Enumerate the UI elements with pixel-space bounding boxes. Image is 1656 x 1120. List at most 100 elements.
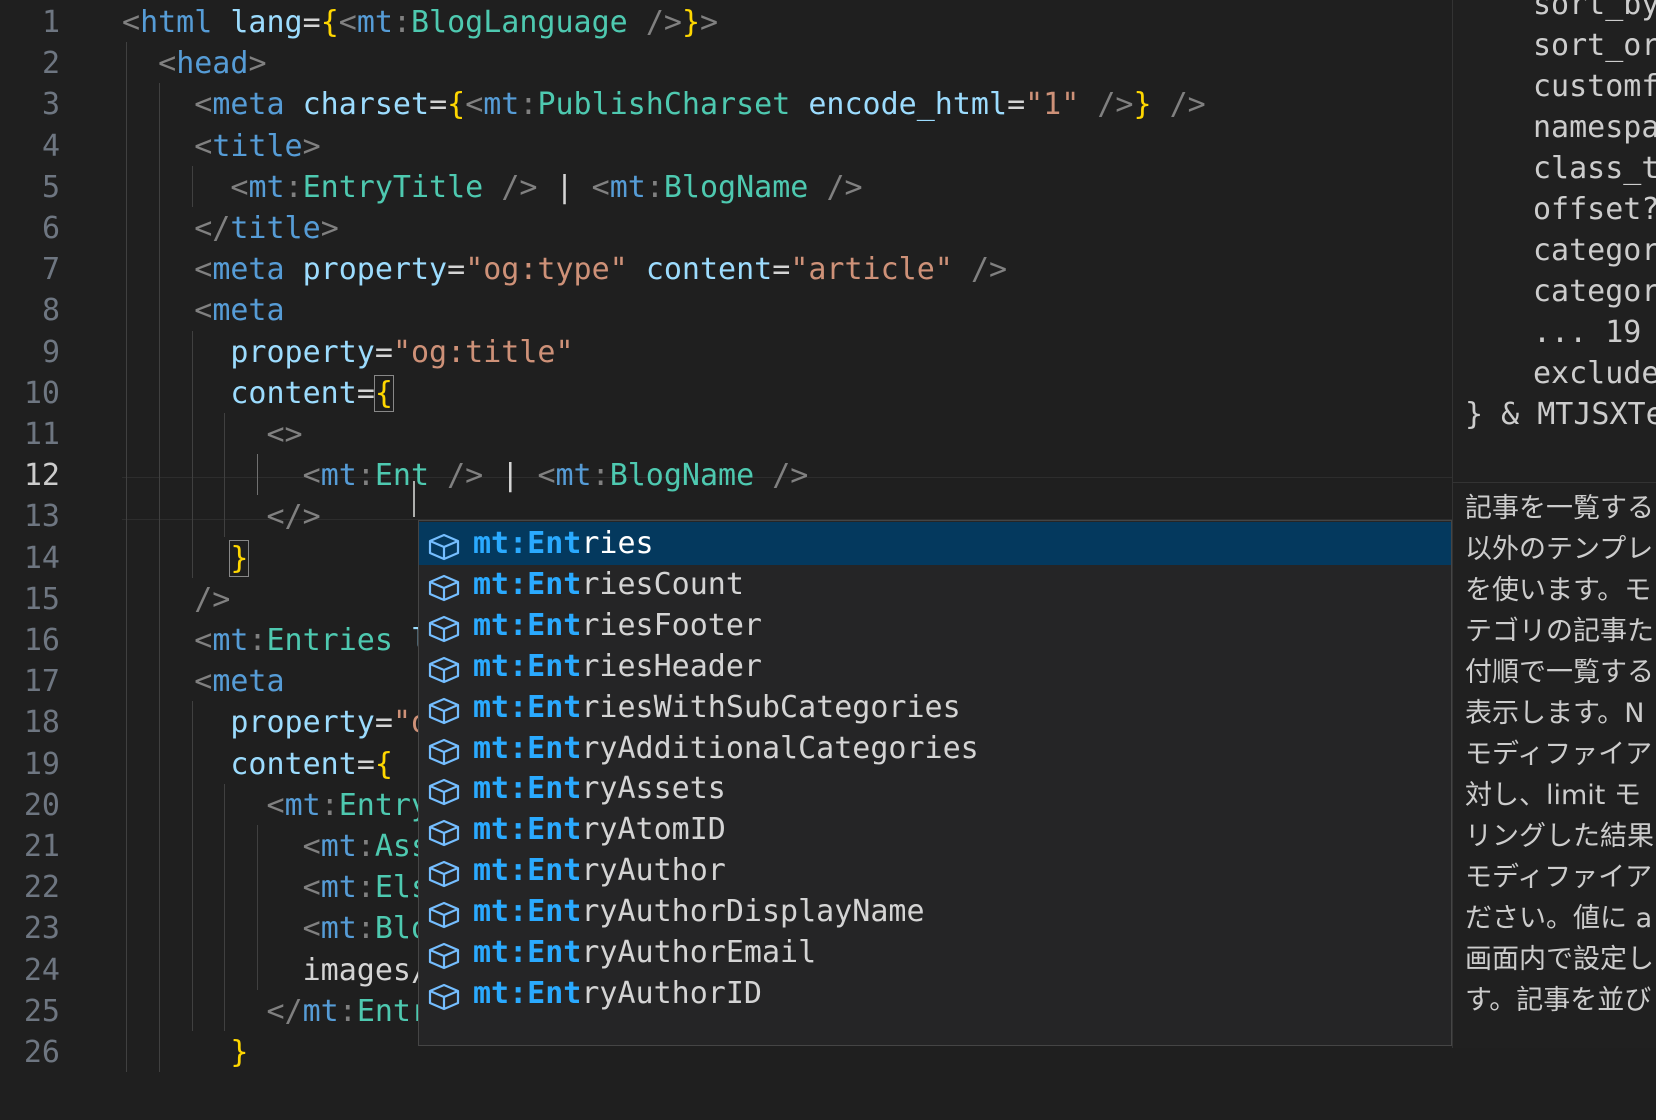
code-token: /> [826, 169, 863, 205]
suggestion-label: mt:EntryAssets [473, 767, 726, 810]
code-token: = [356, 746, 375, 782]
code-line[interactable]: <mt:Blo [122, 907, 429, 950]
suggestion-item[interactable]: mt:EntryAuthorID [419, 972, 1451, 1015]
documentation-line: 記事を一覧する [1465, 493, 1654, 524]
suggestion-item[interactable]: mt:EntryAdditionalCategories [419, 727, 1451, 770]
suggestion-item[interactable]: mt:EntriesCount [419, 563, 1451, 606]
code-line[interactable]: content={ [122, 743, 393, 786]
code-token: < [302, 829, 321, 864]
code-line[interactable]: images/ [122, 949, 429, 992]
suggestion-label: mt:EntryAuthor [473, 849, 726, 892]
suggestion-rest: ryAuthorID [581, 975, 762, 1011]
details-divider [1453, 482, 1656, 483]
code-token: < [302, 870, 321, 906]
code-token: mt [483, 87, 520, 123]
symbol-component-icon-svg [428, 533, 460, 561]
suggestion-item[interactable]: mt:EntryAuthorEmail [419, 931, 1451, 974]
symbol-component-icon-svg [428, 697, 460, 724]
code-line[interactable]: /> [122, 578, 230, 621]
code-line[interactable]: property="og:title" [122, 331, 573, 374]
code-token: < [591, 169, 610, 205]
code-line[interactable]: <meta [122, 660, 284, 703]
code-line[interactable]: <mt:Entry [122, 784, 430, 827]
line-number: 8 [41, 293, 60, 329]
suggest-widget[interactable]: mt:Entries mt:EntriesCount mt:EntriesFoote… [418, 520, 1452, 1046]
code-token: /> [970, 252, 1008, 288]
code-line[interactable]: <meta [122, 289, 284, 332]
symbol-component-icon-svg [428, 942, 460, 970]
code-token: { [374, 746, 393, 782]
code-token: /> [194, 581, 231, 617]
code-line[interactable]: <mt:Els [122, 866, 429, 909]
code-line[interactable]: </title> [122, 207, 339, 250]
code-line[interactable]: <mt:Ent /> | <mt:BlogName /> [122, 454, 809, 497]
suggestion-rest: ryAssets [581, 771, 726, 807]
code-line[interactable]: <meta property="og:type" content="articl… [122, 248, 1007, 291]
suggestion-match-highlight: mt:Ent [473, 771, 582, 807]
documentation-line: 画面内で設定し [1465, 944, 1654, 975]
line-number: 12 [23, 458, 60, 494]
code-line[interactable]: } [122, 537, 250, 580]
symbol-component-icon [427, 653, 461, 683]
line-number: 14 [23, 540, 60, 576]
line-number: 11 [23, 417, 60, 452]
code-token: content [645, 252, 773, 288]
symbol-component-icon [427, 612, 461, 642]
documentation-line: モディファイア [1465, 862, 1653, 893]
code-token: <> [266, 417, 303, 452]
code-token: title [212, 128, 303, 164]
code-token: < [194, 252, 213, 288]
documentation-line: す。記事を並び [1465, 985, 1652, 1016]
suggestion-item[interactable]: mt:EntriesWithSubCategories [419, 686, 1451, 729]
line-number: 24 [23, 952, 60, 988]
code-line[interactable]: <> [122, 413, 303, 456]
suggestion-match-highlight: mt:Ent [473, 607, 582, 643]
suggestion-rest: ryAuthorEmail [581, 935, 817, 970]
code-line[interactable]: <html lang={<mt:BlogLanguage />}> [122, 1, 718, 44]
code-token: = [374, 705, 393, 741]
code-token: property [230, 334, 375, 370]
code-line[interactable]: </> [122, 495, 321, 538]
suggestion-item[interactable]: mt:EntriesHeader [419, 645, 1451, 688]
symbol-component-icon-svg [428, 861, 460, 888]
suggestion-match-highlight: mt:Ent [473, 853, 582, 889]
code-token: : [591, 458, 610, 494]
code-line[interactable]: <mt:Entries l [122, 619, 429, 662]
code-line[interactable]: <head> [122, 42, 267, 85]
code-token: > [248, 46, 267, 82]
line-number: 10 [23, 375, 60, 411]
code-line[interactable]: property="o [122, 701, 429, 744]
suggestion-item[interactable]: mt:EntryAtomID [419, 808, 1451, 851]
code-token: PublishCharset [537, 87, 791, 123]
code-line[interactable]: content={ [122, 372, 394, 415]
documentation-line: テゴリの記事た [1465, 616, 1654, 647]
suggestion-rest: riesCount [581, 566, 744, 602]
suggestion-label: mt:EntriesWithSubCategories [473, 686, 961, 729]
suggestion-item[interactable]: mt:EntryAuthorDisplayName [419, 890, 1451, 933]
code-token: mt [212, 623, 249, 658]
suggestion-match-highlight: mt:Ent [473, 648, 582, 684]
symbol-component-icon [427, 816, 461, 847]
line-number: 3 [41, 87, 60, 123]
code-line[interactable]: <mt:EntryTitle /> | <mt:BlogName /> [122, 166, 863, 209]
suggestion-item[interactable]: mt:EntryAssets [419, 767, 1451, 810]
code-line[interactable]: <meta charset={<mt:PublishCharset encode… [122, 83, 1206, 126]
code-editor[interactable]: 1 2 3 4 5 6 7 8 9 10 11 12 13 14 15 16 17 18 19 20 21 22 23 24 2… [0, 0, 1656, 1120]
code-token: = [1007, 87, 1026, 123]
suggestion-item[interactable]: mt:EntryAuthor [419, 849, 1451, 892]
code-line[interactable]: <mt:Ass [122, 825, 429, 868]
code-token: content [230, 746, 357, 782]
symbol-component-icon [427, 775, 461, 806]
suggestion-item[interactable]: mt:Entries [419, 522, 1451, 565]
code-line[interactable]: <title> [122, 125, 320, 168]
suggestion-item[interactable]: mt:EntriesFooter [419, 604, 1451, 647]
suggestion-rest: riesHeader [581, 648, 762, 684]
code-line[interactable]: } [122, 1031, 248, 1074]
